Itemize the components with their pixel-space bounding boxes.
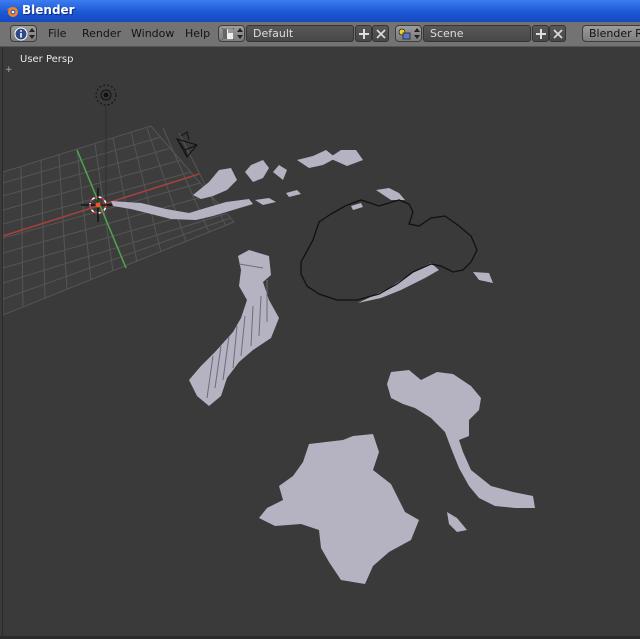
close-icon <box>553 29 563 39</box>
region-expand-icon[interactable]: + <box>5 66 14 75</box>
blender-window: Blender File Render Window Help Default … <box>0 0 640 639</box>
scene-delete-button[interactable] <box>549 25 566 42</box>
render-engine-value: Blender Render <box>589 27 640 40</box>
editor-type-button[interactable] <box>10 25 37 42</box>
plus-icon <box>536 29 546 39</box>
scene-add-button[interactable] <box>532 25 549 42</box>
scene-name-value: Scene <box>430 27 464 40</box>
close-icon <box>376 29 386 39</box>
australia-outline <box>300 199 478 301</box>
layout-delete-button[interactable] <box>372 25 389 42</box>
screen-layout-icon <box>222 28 234 40</box>
title-bar: Blender <box>0 0 640 22</box>
layout-selector-button[interactable] <box>218 25 245 42</box>
blender-logo-icon <box>6 7 18 17</box>
viewport-view-label: User Persp <box>20 54 74 65</box>
plus-icon <box>359 29 369 39</box>
scene-name-field[interactable]: Scene <box>423 25 531 42</box>
info-icon <box>14 27 28 41</box>
menu-window[interactable]: Window <box>131 27 174 40</box>
menu-file[interactable]: File <box>48 27 66 40</box>
layout-add-button[interactable] <box>355 25 372 42</box>
menu-render[interactable]: Render <box>82 27 121 40</box>
scene-icon <box>398 28 411 40</box>
updown-arrows-icon <box>237 28 243 39</box>
island-meshes <box>111 150 535 584</box>
updown-arrows-icon <box>29 28 35 39</box>
scene-selector-button[interactable] <box>395 25 422 42</box>
info-header: File Render Window Help Default Scene Bl… <box>0 22 640 47</box>
updown-arrows-icon <box>414 28 420 39</box>
grid-floor <box>3 125 235 316</box>
menu-help[interactable]: Help <box>185 27 210 40</box>
layout-name-field[interactable]: Default <box>246 25 354 42</box>
render-engine-dropdown[interactable]: Blender Render <box>582 25 640 42</box>
scene-geometry <box>3 84 535 584</box>
layout-name-value: Default <box>253 27 294 40</box>
3d-viewport[interactable] <box>2 47 639 636</box>
window-title: Blender <box>22 3 75 17</box>
